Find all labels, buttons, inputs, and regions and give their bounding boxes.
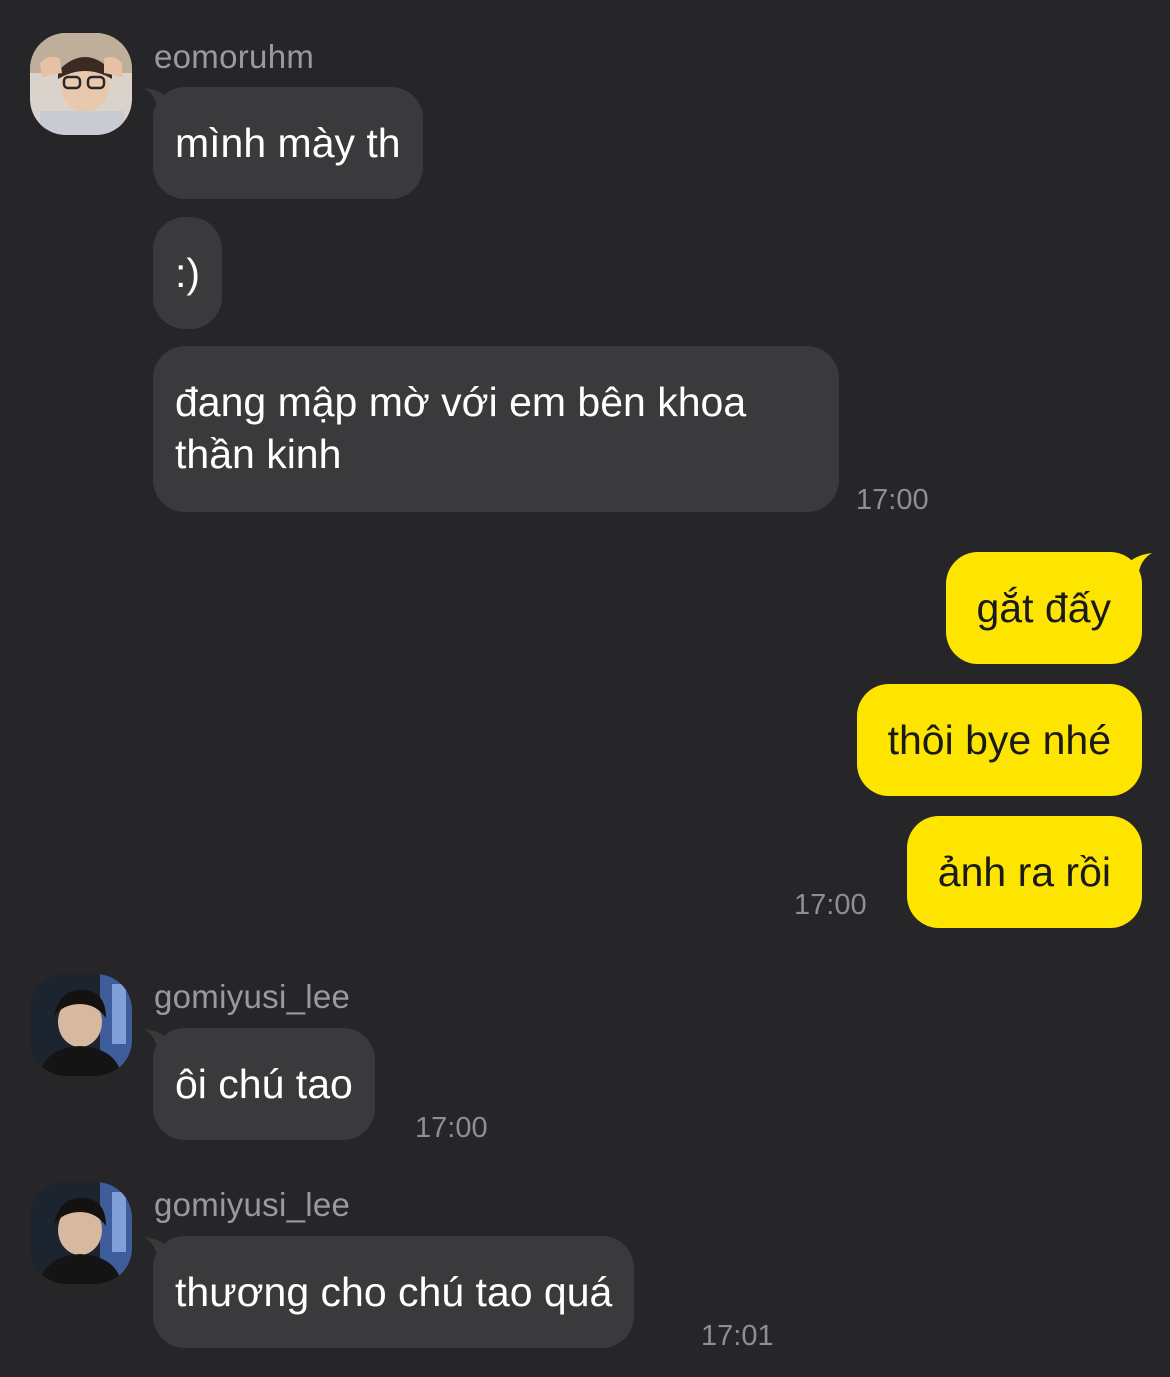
message-timestamp: 17:01 <box>701 1320 774 1352</box>
avatar-gomiyusi-lee[interactable] <box>30 1182 132 1284</box>
sender-name: gomiyusi_lee <box>154 978 351 1015</box>
user-avatar-icon <box>30 33 132 135</box>
avatar-eomoruhm[interactable] <box>30 33 132 135</box>
message-bubble[interactable]: :) <box>153 217 223 329</box>
user-avatar-icon <box>30 1182 132 1284</box>
sender-name: gomiyusi_lee <box>154 1186 351 1223</box>
message-timestamp: 17:00 <box>415 1112 488 1144</box>
message-bubble[interactable]: mình mày th <box>153 87 423 199</box>
message-bubble[interactable]: ảnh ra rồi <box>906 816 1142 928</box>
user-avatar-icon <box>30 974 132 1076</box>
message-timestamp: 17:00 <box>794 889 867 921</box>
message-timestamp: 17:00 <box>856 484 929 516</box>
message-bubble[interactable]: thôi bye nhé <box>856 684 1142 796</box>
sender-name: eomoruhm <box>154 38 315 75</box>
message-bubble[interactable]: ôi chú tao <box>153 1028 375 1140</box>
message-bubble[interactable]: đang mập mờ với em bên khoa thần kinh <box>153 346 839 512</box>
avatar-gomiyusi-lee[interactable] <box>30 974 132 1076</box>
message-bubble[interactable]: gắt đấy <box>945 552 1142 664</box>
message-bubble[interactable]: thương cho chú tao quá <box>153 1236 635 1348</box>
chat-window: eomoruhm mình mày th :) đang mập mờ với … <box>0 0 1170 1377</box>
